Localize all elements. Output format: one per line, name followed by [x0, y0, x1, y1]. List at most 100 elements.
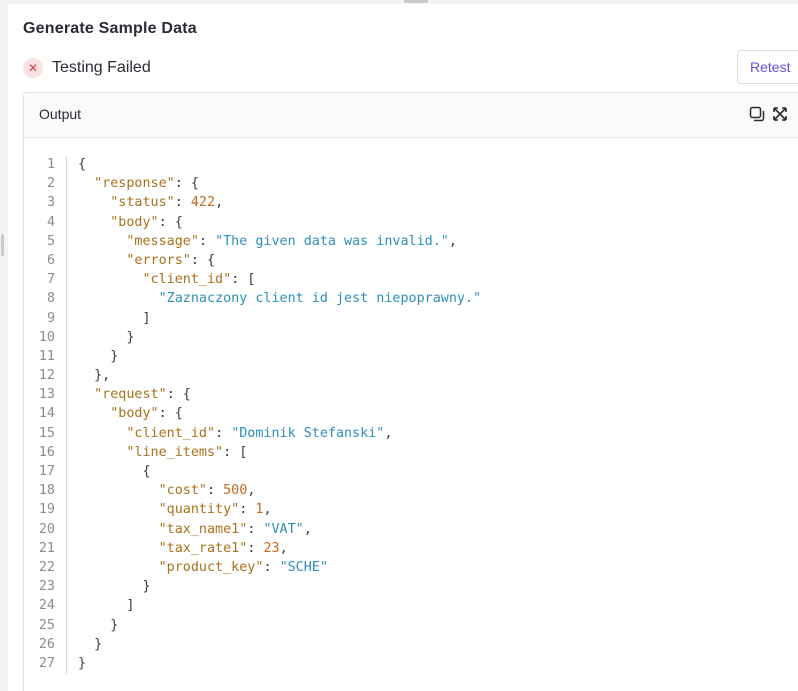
code-token: "tax_name1"	[158, 521, 248, 537]
section-title: Generate Sample Data	[23, 20, 197, 37]
code-line: 6 "errors": {	[24, 251, 798, 270]
code-text: "status": 422,	[78, 193, 223, 212]
code-token: {	[78, 464, 151, 479]
code-line: 8 "Zaznaczony client id jest niepoprawny…	[24, 289, 798, 308]
line-number: 3	[46, 195, 55, 211]
code-text: "Zaznaczony client id jest niepoprawny."	[78, 289, 481, 308]
code-token: "quantity"	[158, 502, 240, 518]
code-line: 27}	[24, 654, 798, 673]
code-token: :	[247, 521, 264, 537]
line-number: 13	[38, 387, 55, 403]
code-line: 21 "tax_rate1": 23,	[24, 539, 798, 558]
line-number: 16	[38, 444, 55, 460]
code-token: 500	[223, 483, 248, 499]
code-text: "body": {	[78, 213, 183, 232]
code-line: 14 "body": {	[24, 404, 798, 423]
code-text: ]	[78, 596, 134, 615]
line-number: 5	[46, 233, 55, 249]
expand-icon[interactable]	[772, 106, 788, 122]
code-line: 7 "client_id": [	[24, 270, 798, 289]
code-token: "body"	[110, 214, 159, 230]
code-token: ,	[279, 540, 288, 556]
code-token: "Dominik Stefanski"	[231, 425, 385, 441]
code-token: :	[198, 233, 216, 249]
output-header: Output	[24, 93, 798, 138]
code-token: }	[78, 329, 135, 345]
code-token: "client_id"	[126, 425, 216, 441]
line-number: 27	[38, 655, 55, 671]
retest-button[interactable]: Retest	[737, 50, 798, 84]
code-text: "response": {	[78, 174, 199, 193]
line-number: 24	[38, 598, 55, 614]
line-number: 1	[46, 157, 55, 172]
line-number: 12	[38, 368, 55, 384]
line-number: 19	[38, 502, 55, 518]
line-number: 21	[38, 540, 55, 556]
line-number: 11	[38, 348, 55, 364]
code-line: 1{	[24, 155, 798, 174]
code-token: "tax_rate1"	[158, 540, 248, 556]
side-resize-handle[interactable]	[1, 234, 4, 256]
line-number: 20	[38, 521, 55, 537]
code-text: "product_key": "SCHE"	[78, 558, 328, 577]
code-text: {	[78, 155, 86, 174]
code-token: "response"	[94, 176, 175, 192]
code-token: : {	[174, 176, 199, 192]
top-resize-handle[interactable]	[404, 0, 428, 3]
code-token: 422	[190, 195, 216, 211]
code-token: "errors"	[126, 252, 191, 268]
copy-icon[interactable]	[749, 106, 765, 122]
json-code-view: 1{2 "response": {3 "status": 422, 4 "body…	[24, 155, 798, 673]
line-number: 17	[38, 464, 55, 479]
code-line: 26 }	[24, 635, 798, 654]
code-text: "line_items": [	[78, 443, 247, 462]
line-number: 26	[38, 636, 55, 652]
code-token: "message"	[126, 233, 199, 249]
code-text: "tax_name1": "VAT",	[78, 520, 312, 539]
code-token: : {	[190, 252, 216, 268]
page: Generate Sample Data ✕ Testing Failed Re…	[0, 0, 798, 691]
code-text: "quantity": 1,	[78, 500, 272, 519]
code-text: "tax_rate1": 23,	[78, 539, 288, 558]
line-number: 8	[46, 291, 55, 307]
code-token: "cost"	[158, 483, 207, 499]
line-number: 25	[38, 617, 55, 633]
code-text: "client_id": "Dominik Stefanski",	[78, 424, 392, 443]
code-line: 11 }	[24, 347, 798, 366]
line-number: 22	[38, 559, 55, 575]
line-number: 6	[46, 252, 55, 268]
code-token: "body"	[110, 406, 159, 422]
code-token: "The given data was invalid."	[215, 233, 449, 249]
code-token: "request"	[94, 387, 167, 403]
code-token: :	[174, 195, 191, 211]
code-token: :	[247, 540, 264, 556]
line-number: 14	[38, 406, 55, 422]
code-token: "product_key"	[158, 559, 264, 575]
code-line: 18 "cost": 500,	[24, 481, 798, 500]
code-text: "message": "The given data was invalid."…	[78, 232, 457, 251]
code-token: ,	[384, 425, 393, 441]
code-line: 19 "quantity": 1,	[24, 500, 798, 519]
code-text: },	[78, 366, 110, 385]
code-text: "request": {	[78, 385, 191, 404]
code-line: 3 "status": 422,	[24, 193, 798, 212]
code-line: 12 },	[24, 366, 798, 385]
code-text: ]	[78, 309, 150, 328]
code-line: 16 "line_items": [	[24, 443, 798, 462]
code-token: :	[207, 483, 224, 499]
code-token: ,	[215, 195, 224, 211]
code-token: "Zaznaczony client id jest niepoprawny."	[158, 291, 482, 307]
line-number: 15	[38, 425, 55, 441]
code-line: 2 "response": {	[24, 174, 798, 193]
code-token: "line_items"	[126, 444, 224, 460]
code-text: "client_id": [	[78, 270, 256, 289]
line-number: 10	[38, 329, 55, 345]
code-line: 4 "body": {	[24, 213, 798, 232]
status-text: Testing Failed	[52, 59, 151, 76]
